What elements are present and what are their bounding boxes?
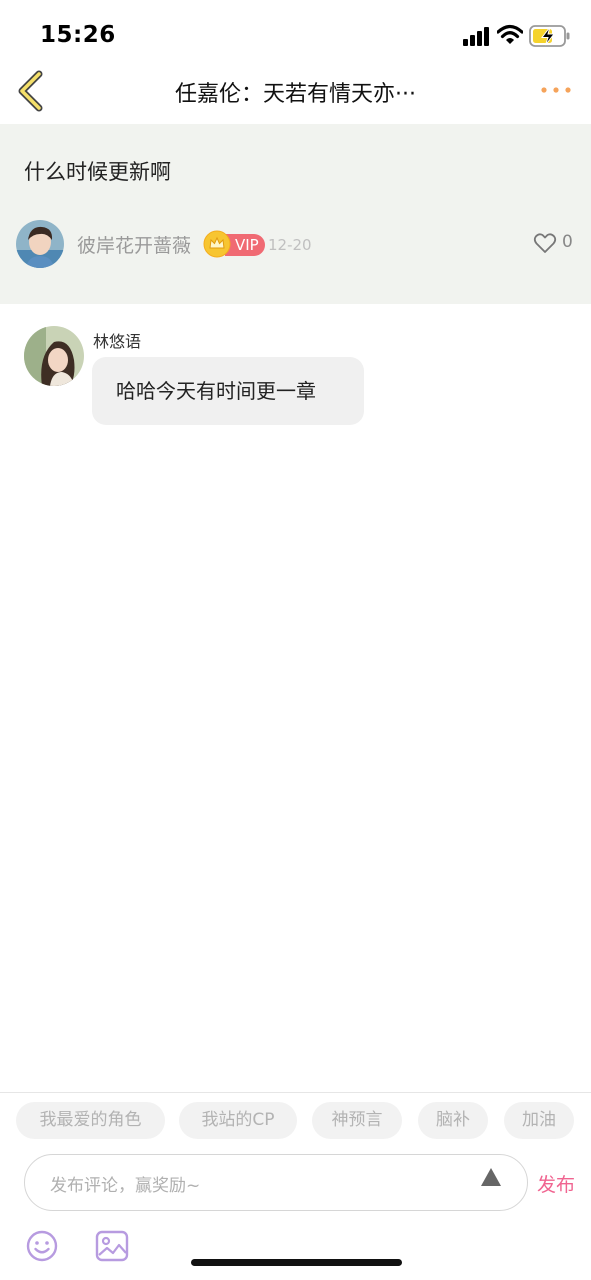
reply-bubble: 哈哈今天有时间更一章: [92, 357, 364, 425]
image-icon[interactable]: [95, 1229, 129, 1263]
replier-name[interactable]: 林悠语: [93, 328, 141, 352]
quick-tag-prophecy[interactable]: 神预言: [312, 1102, 402, 1139]
cellular-signal-icon: [463, 27, 489, 46]
page-title: 任嘉伦：天若有情天亦···: [175, 82, 416, 107]
comment-input-placeholder: 发布评论，赢奖励~: [50, 1176, 201, 1196]
divider: [0, 1092, 591, 1093]
crown-icon: [203, 230, 231, 258]
home-indicator: [191, 1259, 402, 1266]
more-options-button[interactable]: [536, 78, 576, 102]
commenter-name[interactable]: 彼岸花开蔷薇: [77, 231, 191, 258]
quick-tag-imagine[interactable]: 脑补: [418, 1102, 488, 1139]
quick-tag-cheer[interactable]: 加油: [504, 1102, 574, 1139]
replier-avatar[interactable]: [24, 326, 84, 386]
status-bar: 15:26: [0, 0, 591, 66]
original-comment: 什么时候更新啊 彼岸花开蔷薇 VIP 12-20 0: [0, 124, 591, 304]
status-time: 15:26: [40, 22, 116, 48]
navigation-bar: 任嘉伦：天若有情天亦···: [0, 66, 591, 124]
more-dots-icon: [541, 87, 571, 93]
heart-icon[interactable]: [533, 232, 557, 254]
quick-tag-favorite-character[interactable]: 我最爱的角色: [16, 1102, 165, 1139]
comment-text: 什么时候更新啊: [24, 160, 171, 184]
reply-text: 哈哈今天有时间更一章: [116, 379, 316, 403]
emoji-icon[interactable]: [26, 1230, 58, 1262]
commenter-avatar[interactable]: [16, 220, 64, 268]
triangle-up-icon[interactable]: [480, 1166, 502, 1188]
quick-tag-my-cp[interactable]: 我站的CP: [179, 1102, 297, 1139]
like-count: 0: [562, 232, 573, 252]
battery-charging-icon: [529, 25, 570, 47]
wifi-icon: [497, 24, 523, 44]
comment-date: 12-20: [268, 236, 312, 254]
send-button[interactable]: 发布: [537, 1170, 575, 1197]
comment-input[interactable]: 发布评论，赢奖励~: [24, 1154, 528, 1211]
